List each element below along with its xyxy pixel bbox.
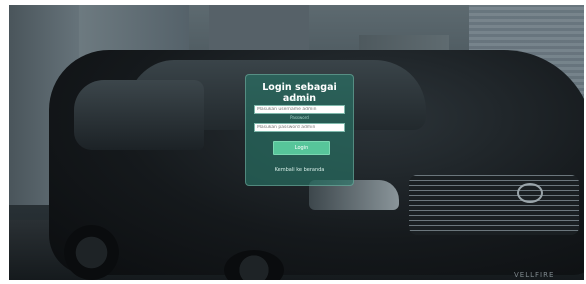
password-caption: Password [290, 115, 309, 120]
back-to-home-link[interactable]: Kembali ke beranda [246, 167, 353, 173]
car-side-window [74, 80, 204, 150]
login-panel: Login sebagai admin Username Password Lo… [245, 74, 354, 186]
login-button[interactable]: Login [273, 141, 330, 155]
car-badge: VELLFIRE [514, 271, 555, 279]
car-wheel [64, 225, 119, 280]
car-grille [409, 175, 579, 235]
password-input[interactable] [254, 123, 345, 132]
car-emblem-icon [517, 183, 543, 203]
username-input[interactable] [254, 105, 345, 114]
page: VELLFIRE Login sebagai admin Username Pa… [0, 0, 586, 284]
username-caption: Username [289, 97, 310, 102]
